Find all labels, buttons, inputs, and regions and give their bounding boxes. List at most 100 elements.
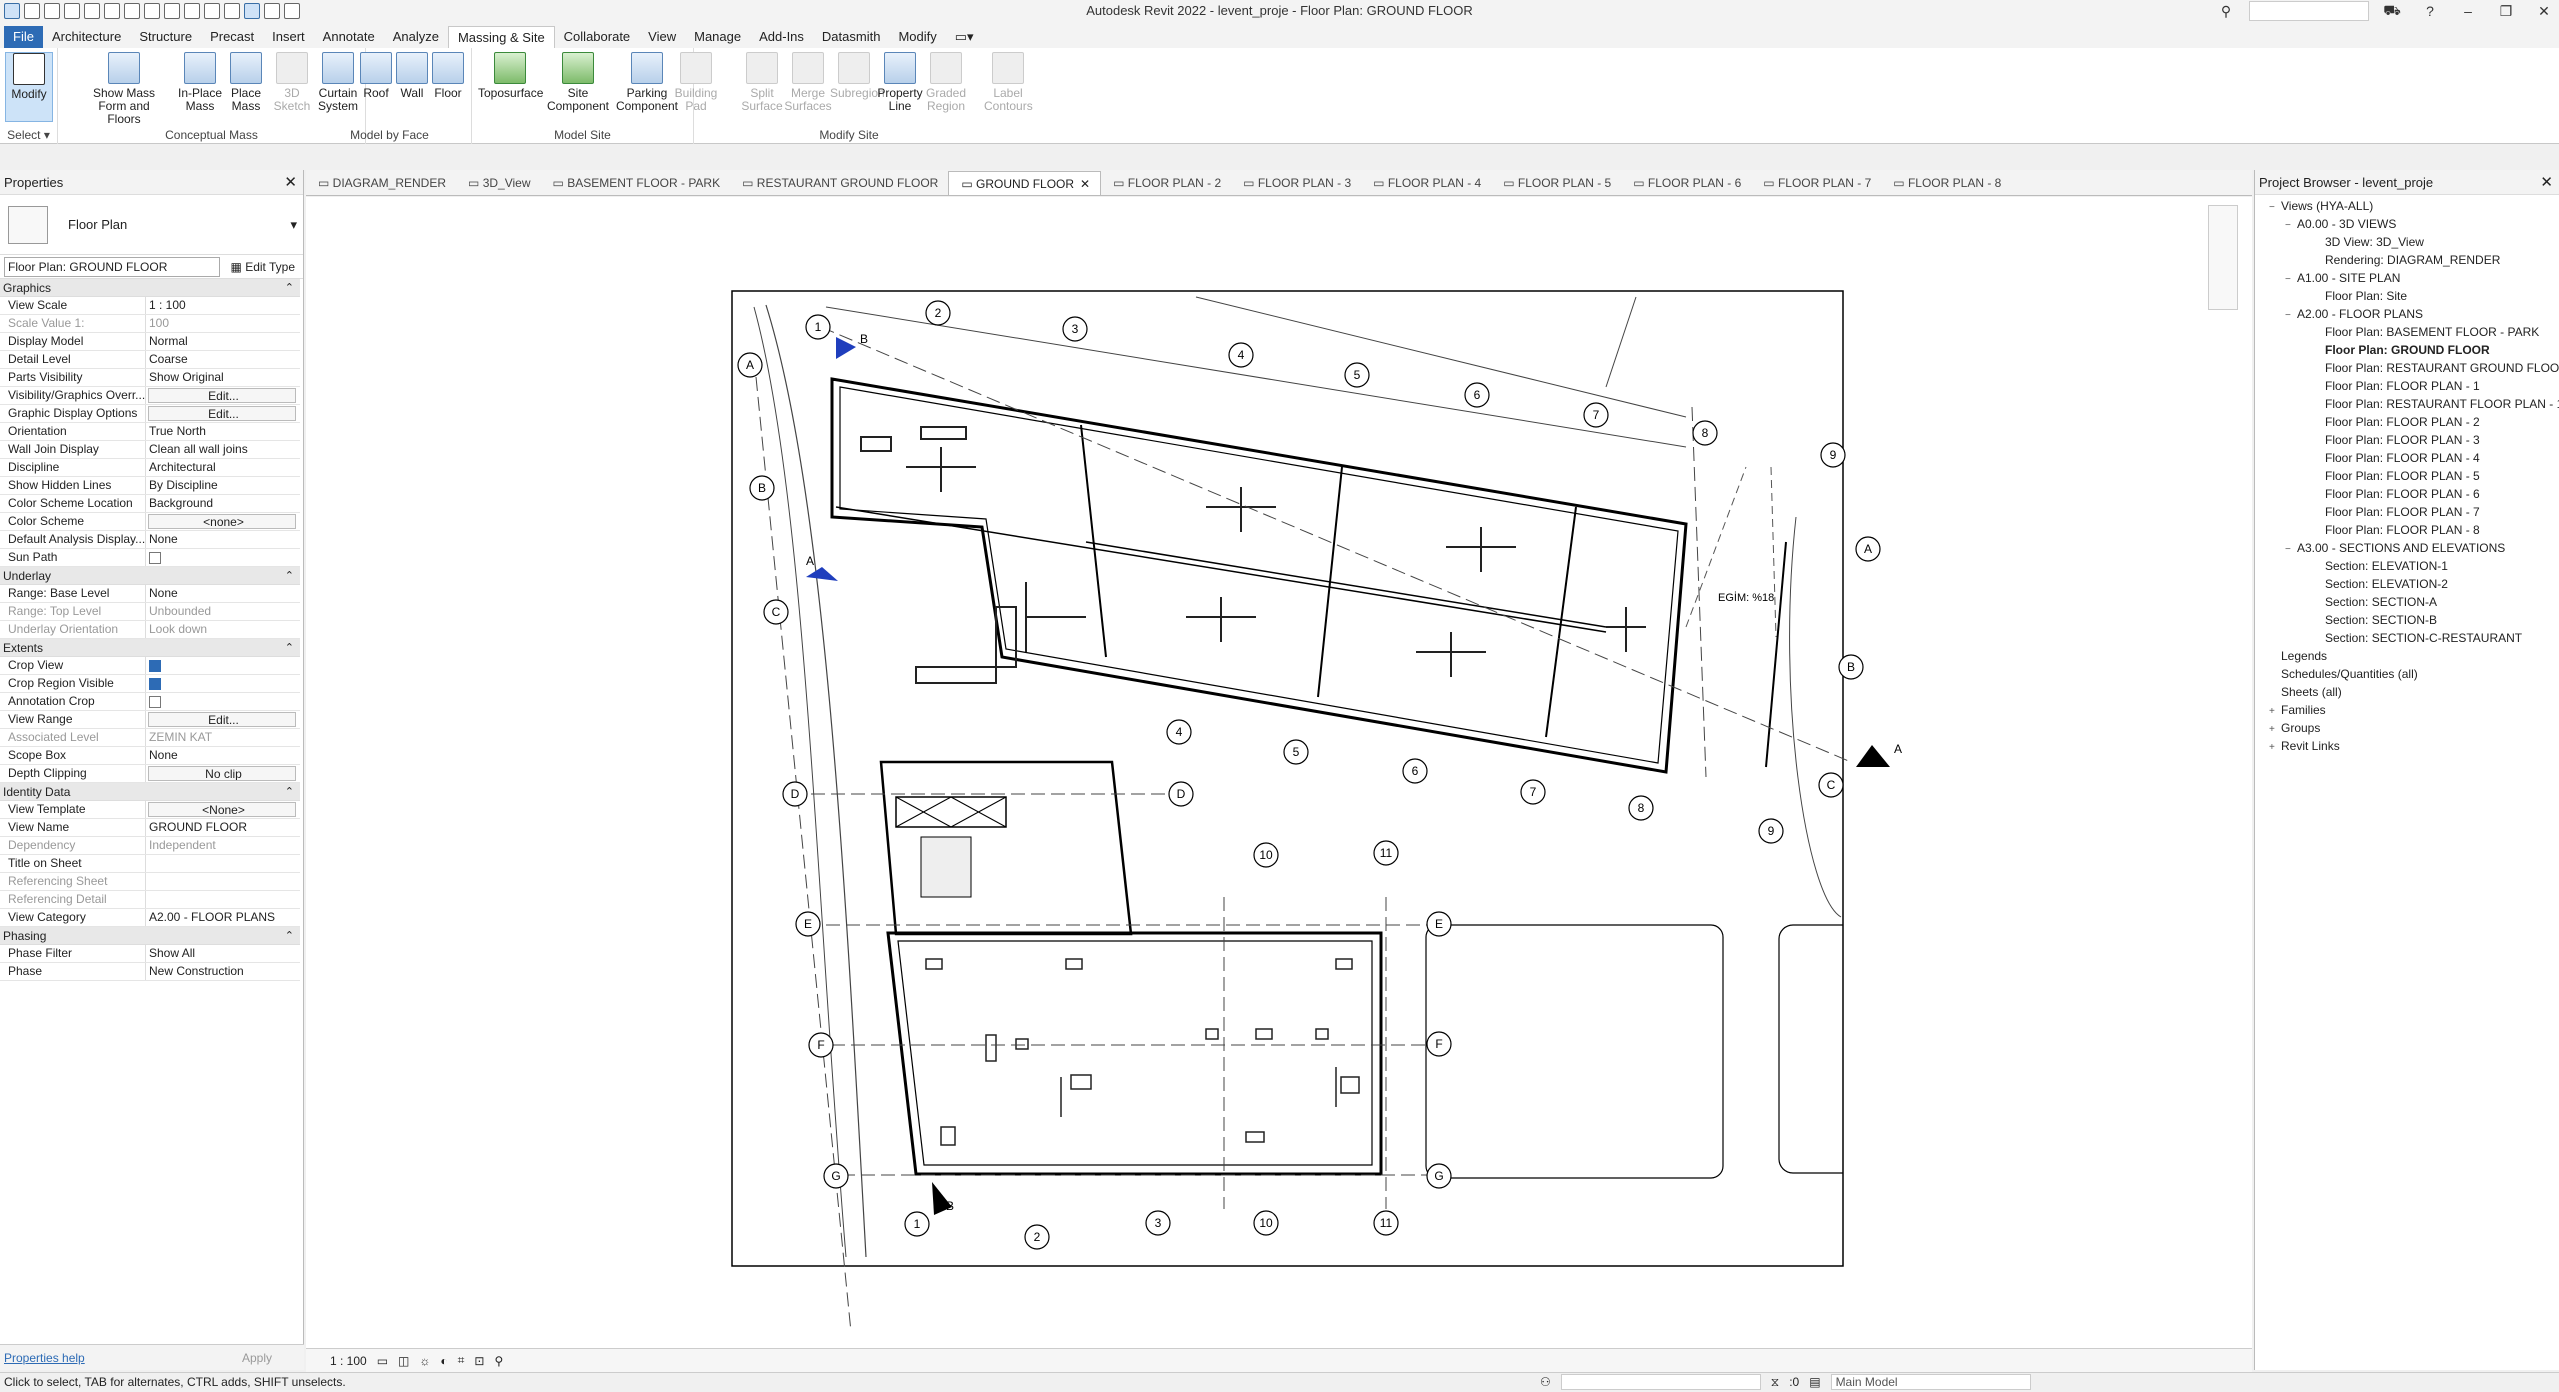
sync-icon[interactable]: [64, 3, 80, 19]
browser-node[interactable]: Schedules/Quantities (all): [2255, 665, 2559, 683]
section-icon[interactable]: [224, 3, 240, 19]
switch-windows-icon[interactable]: [284, 3, 300, 19]
browser-node[interactable]: Floor Plan: GROUND FLOOR: [2255, 341, 2559, 359]
design-options-icon[interactable]: ▤: [1809, 1375, 1820, 1389]
help-icon[interactable]: ?: [2415, 3, 2445, 19]
show-crop-icon[interactable]: ⊡: [474, 1354, 484, 1368]
browser-node[interactable]: − Views (HYA-ALL): [2255, 197, 2559, 215]
browser-node[interactable]: Floor Plan: FLOOR PLAN - 5: [2255, 467, 2559, 485]
property-row[interactable]: Detail Level Coarse: [0, 351, 300, 369]
3d-view-icon[interactable]: [204, 3, 220, 19]
thin-lines-icon[interactable]: [244, 3, 260, 19]
view-tab-diagram-render[interactable]: ▭ DIAGRAM_RENDER: [306, 171, 456, 195]
tab-annotate[interactable]: Annotate: [314, 26, 384, 48]
cart-icon[interactable]: ⛟: [2377, 2, 2407, 21]
view-tab-restaurant-ground-floor[interactable]: ▭ RESTAURANT GROUND FLOOR: [730, 171, 948, 195]
category-phasing[interactable]: Phasing: [0, 927, 300, 945]
browser-node[interactable]: Floor Plan: RESTAURANT FLOOR PLAN - 1: [2255, 395, 2559, 413]
browser-node[interactable]: Floor Plan: BASEMENT FLOOR - PARK: [2255, 323, 2559, 341]
property-row[interactable]: Visibility/Graphics Overr... Edit...: [0, 387, 300, 405]
browser-node[interactable]: Floor Plan: FLOOR PLAN - 1: [2255, 377, 2559, 395]
property-value[interactable]: Edit...: [148, 388, 296, 403]
property-row[interactable]: Crop View: [0, 657, 300, 675]
apply-button[interactable]: Apply: [230, 1351, 284, 1365]
filter-icon[interactable]: ⧖: [1771, 1375, 1779, 1390]
browser-node[interactable]: Legends: [2255, 647, 2559, 665]
category-underlay[interactable]: Underlay: [0, 567, 300, 585]
property-row[interactable]: Phase Filter Show All: [0, 945, 300, 963]
close-icon[interactable]: ✕: [2540, 170, 2553, 195]
property-row[interactable]: Default Analysis Display... None: [0, 531, 300, 549]
place-mass-button[interactable]: Place Mass: [222, 52, 270, 113]
edit-type-button[interactable]: ▦ Edit Type: [231, 260, 299, 274]
browser-node[interactable]: Rendering: DIAGRAM_RENDER: [2255, 251, 2559, 269]
browser-node[interactable]: Section: SECTION-A: [2255, 593, 2559, 611]
property-row[interactable]: Referencing Detail: [0, 891, 300, 909]
property-row[interactable]: Wall Join Display Clean all wall joins: [0, 441, 300, 459]
property-value[interactable]: Normal: [146, 333, 300, 350]
property-value[interactable]: [146, 657, 300, 674]
select-dropdown[interactable]: Select ▾: [0, 128, 57, 142]
property-row[interactable]: Color Scheme <none>: [0, 513, 300, 531]
view-tab-floor-plan-4[interactable]: ▭ FLOOR PLAN - 4: [1361, 171, 1491, 195]
tab-massing-site[interactable]: Massing & Site: [447, 26, 555, 48]
checkbox[interactable]: [149, 552, 161, 564]
tab-manage[interactable]: Manage: [685, 26, 750, 48]
view-tab-basement-floor-park[interactable]: ▭ BASEMENT FLOOR - PARK: [541, 171, 731, 195]
property-row[interactable]: Show Hidden Lines By Discipline: [0, 477, 300, 495]
graded-region-button[interactable]: Graded Region: [922, 52, 970, 113]
binoculars-icon[interactable]: ⚲: [2211, 3, 2241, 20]
category-extents[interactable]: Extents: [0, 639, 300, 657]
property-value[interactable]: Edit...: [148, 712, 296, 727]
property-value[interactable]: Show All: [146, 945, 300, 962]
property-row[interactable]: Scope Box None: [0, 747, 300, 765]
type-selector[interactable]: Floor Plan ▾: [0, 195, 303, 255]
dimension-icon[interactable]: [164, 3, 180, 19]
search-input[interactable]: [2249, 1, 2369, 21]
checkbox[interactable]: [149, 678, 161, 690]
property-value[interactable]: No clip: [148, 766, 296, 781]
crop-region[interactable]: [731, 290, 1844, 1267]
close-icon[interactable]: ✕: [2529, 3, 2559, 20]
category-graphics[interactable]: Graphics: [0, 279, 300, 297]
property-row[interactable]: View Name GROUND FLOOR: [0, 819, 300, 837]
category-identity[interactable]: Identity Data: [0, 783, 300, 801]
property-row[interactable]: View Template <None>: [0, 801, 300, 819]
tab-modify[interactable]: Modify: [889, 26, 945, 48]
browser-node[interactable]: Section: SECTION-C-RESTAURANT: [2255, 629, 2559, 647]
expand-toggle-icon[interactable]: −: [2269, 199, 2281, 217]
property-value[interactable]: None: [146, 747, 300, 764]
save-icon[interactable]: [44, 3, 60, 19]
view-tab-floor-plan-2[interactable]: ▭ FLOOR PLAN - 2: [1101, 171, 1231, 195]
property-value[interactable]: Architectural: [146, 459, 300, 476]
section-marker-a-right[interactable]: [1856, 745, 1890, 767]
toposurface-button[interactable]: Toposurface: [478, 52, 543, 100]
site-component-button[interactable]: Site Component: [544, 52, 612, 113]
model-select[interactable]: Main Model: [1830, 1374, 2031, 1390]
tab-structure[interactable]: Structure: [130, 26, 201, 48]
property-row[interactable]: Annotation Crop: [0, 693, 300, 711]
browser-node[interactable]: − A3.00 - SECTIONS AND ELEVATIONS: [2255, 539, 2559, 557]
section-marker-a-left[interactable]: [806, 567, 838, 581]
property-value[interactable]: True North: [146, 423, 300, 440]
property-row[interactable]: Phase New Construction: [0, 963, 300, 981]
property-row[interactable]: Orientation True North: [0, 423, 300, 441]
close-icon[interactable]: ✕: [284, 170, 297, 195]
temporary-hide-icon[interactable]: ⚲: [494, 1354, 503, 1368]
open-icon[interactable]: [24, 3, 40, 19]
property-row[interactable]: Graphic Display Options Edit...: [0, 405, 300, 423]
browser-node[interactable]: Floor Plan: FLOOR PLAN - 2: [2255, 413, 2559, 431]
property-row[interactable]: Referencing Sheet: [0, 873, 300, 891]
property-value[interactable]: [146, 675, 300, 692]
restore-icon[interactable]: ❐: [2491, 3, 2521, 20]
tab-analyze[interactable]: Analyze: [384, 26, 448, 48]
drawing-area[interactable]: EGİM: %18 1 2 3 4 5 6 7 8 9 1 2 3 10 11 10 11 A B C D E F G A B C…: [306, 197, 2252, 1348]
property-row[interactable]: Scale Value 1: 100: [0, 315, 300, 333]
view-tab-floor-plan-8[interactable]: ▭ FLOOR PLAN - 8: [1881, 171, 2011, 195]
browser-node[interactable]: 3D View: 3D_View: [2255, 233, 2559, 251]
close-icon[interactable]: ✕: [1080, 177, 1090, 191]
close-hidden-icon[interactable]: [264, 3, 280, 19]
property-row[interactable]: Title on Sheet: [0, 855, 300, 873]
expand-toggle-icon[interactable]: −: [2285, 271, 2297, 289]
property-row[interactable]: Underlay Orientation Look down: [0, 621, 300, 639]
